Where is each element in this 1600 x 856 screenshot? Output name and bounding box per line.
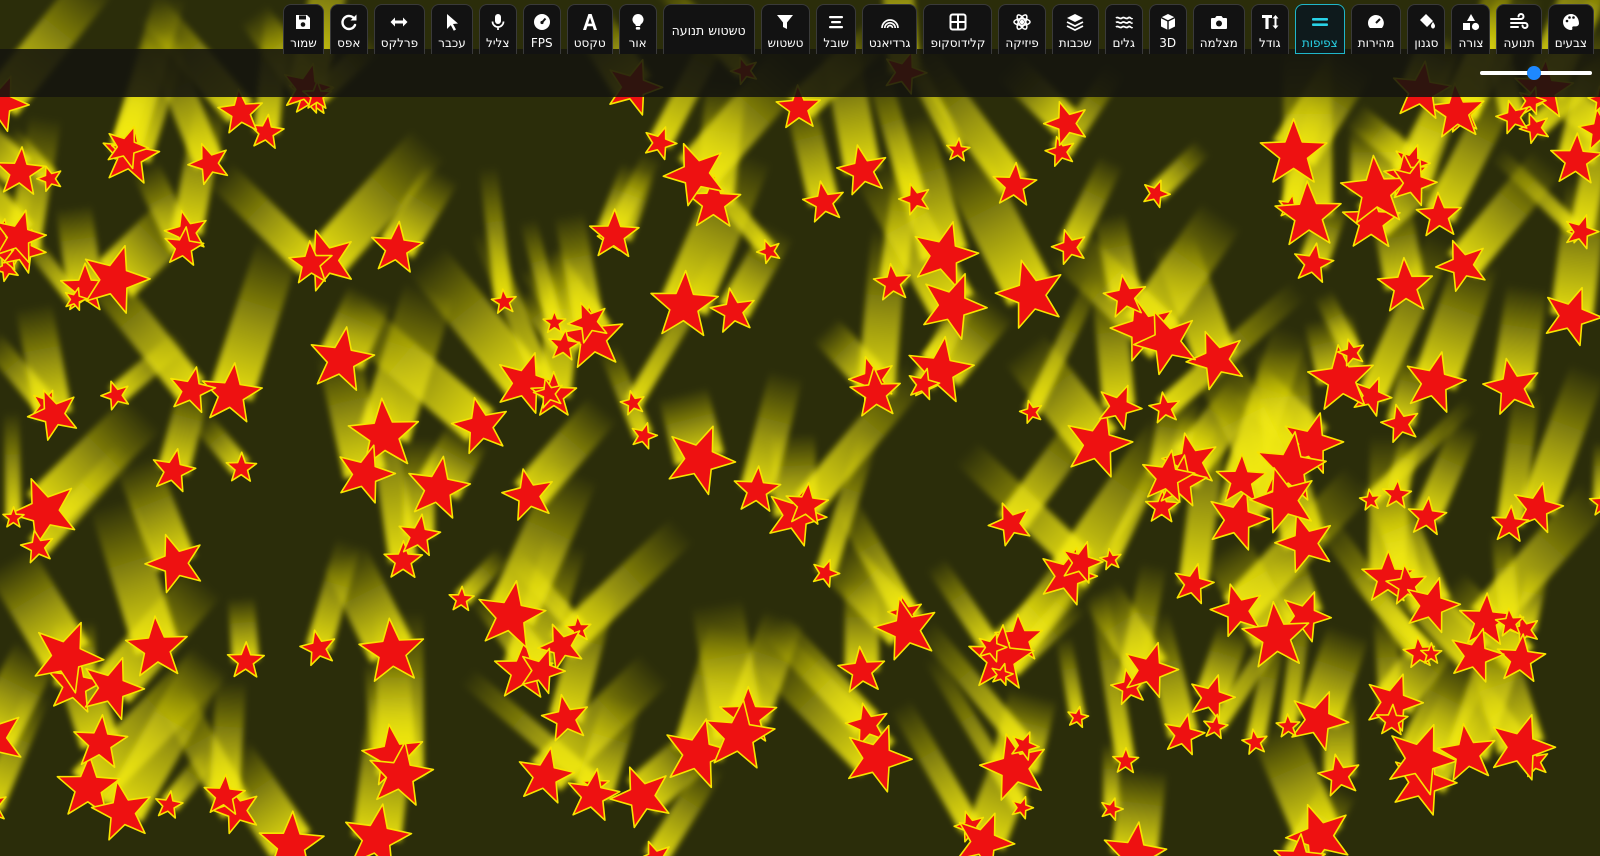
toolbar-button-label: 3D: [1159, 36, 1177, 50]
toolbar-button-colors[interactable]: צבעים: [1547, 4, 1594, 54]
toolbar-button-layers[interactable]: שכבות: [1051, 4, 1099, 54]
density-slider[interactable]: [1480, 66, 1592, 80]
density-slider-thumb[interactable]: [1526, 66, 1541, 80]
toolbar-button-parallax[interactable]: פרלקס: [373, 4, 426, 54]
paint-bucket-icon: [1414, 10, 1438, 34]
save-icon: [291, 10, 315, 34]
palette-icon: [1559, 10, 1583, 34]
atom-icon: [1010, 10, 1034, 34]
toolbar-button-label: אור: [628, 36, 647, 50]
toolbar-button-density[interactable]: צפיפות: [1294, 4, 1345, 54]
toolbar-button-label: גודל: [1259, 36, 1281, 50]
toolbar-button-save[interactable]: שמור: [283, 4, 324, 54]
speedometer-icon: [1364, 10, 1388, 34]
layers-icon: [1063, 10, 1087, 34]
pointer-icon: [440, 10, 464, 34]
toolbar-button-label: טשטוש תנועה: [671, 23, 746, 38]
equals-icon: [1308, 10, 1332, 34]
toolbar-button-3d[interactable]: 3D: [1148, 4, 1187, 54]
toolbar: צבעים תנועה צורה סגנון מהירות צפיפות גודל מצלמה…: [0, 0, 1600, 54]
gauge-icon: [530, 10, 554, 34]
camera-icon: [1207, 10, 1231, 34]
toolbar-button-label: שכבות: [1058, 36, 1092, 50]
toolbar-button-kaleidoscope[interactable]: קלידוסקופ: [923, 4, 993, 54]
text-height-icon: [1258, 10, 1282, 34]
toolbar-button-label: פיזיקה: [1005, 36, 1039, 50]
toolbar-button-fps[interactable]: FPS: [522, 4, 561, 54]
toolbar-button-speed[interactable]: מהירות: [1350, 4, 1402, 54]
toolbar-button-trail[interactable]: שובל: [816, 4, 856, 54]
arrows-horizontal-icon: [387, 10, 411, 34]
toolbar-button-label: קלידוסקופ: [930, 36, 986, 50]
shapes-icon: [1459, 10, 1483, 34]
toolbar-button-label: מצלמה: [1199, 36, 1238, 50]
toolbar-button-blur[interactable]: טשטוש: [760, 4, 811, 54]
toolbar-button-text[interactable]: טקסט: [566, 4, 613, 54]
toolbar-button-label: FPS: [530, 36, 553, 50]
toolbar-button-camera[interactable]: מצלמה: [1192, 4, 1245, 54]
toolbar-button-label: טקסט: [573, 36, 606, 50]
star-trail: [1102, 742, 1120, 810]
toolbar-button-motion[interactable]: תנועה: [1496, 4, 1542, 54]
lines-icon: [824, 10, 848, 34]
toolbar-button-label: מהירות: [1357, 36, 1395, 50]
font-icon: [578, 10, 602, 34]
toolbar-button-label: שובל: [823, 36, 849, 50]
redo-icon: [337, 10, 361, 34]
cube-icon: [1156, 10, 1180, 34]
toolbar-button-physics[interactable]: פיזיקה: [998, 4, 1046, 54]
toolbar-button-audio[interactable]: צליל: [478, 4, 517, 54]
settings-subbar: [0, 49, 1600, 97]
wind-icon: [1507, 10, 1531, 34]
toolbar-button-label: גרדיאנט: [868, 36, 911, 50]
toolbar-button-style[interactable]: סגנון: [1407, 4, 1446, 54]
star-trail: [1593, 441, 1600, 504]
toolbar-button-reset[interactable]: אפס: [329, 4, 368, 54]
toolbar-button-motion-blur[interactable]: טשטוש תנועה: [662, 4, 755, 54]
toolbar-button-label: צבעים: [1554, 36, 1587, 50]
toolbar-button-label: צפיפות: [1301, 36, 1338, 50]
star-trail: [3, 411, 22, 519]
filter-icon: [773, 10, 797, 34]
rainbow-icon: [878, 10, 902, 34]
star-canvas[interactable]: [0, 0, 1600, 856]
lightbulb-icon: [626, 10, 650, 34]
animation-stage[interactable]: [0, 0, 1600, 856]
toolbar-button-gradient[interactable]: גרדיאנט: [861, 4, 918, 54]
grid-icon: [946, 10, 970, 34]
toolbar-button-label: פרלקס: [380, 36, 419, 50]
toolbar-button-cursor[interactable]: עכבר: [431, 4, 473, 54]
toolbar-button-waves[interactable]: גלים: [1104, 4, 1143, 54]
toolbar-button-label: סגנון: [1414, 36, 1439, 50]
waves-icon: [1112, 10, 1136, 34]
toolbar-button-label: גלים: [1112, 36, 1135, 50]
toolbar-button-label: עכבר: [438, 36, 466, 50]
toolbar-button-label: תנועה: [1503, 36, 1535, 50]
microphone-icon: [486, 10, 510, 34]
toolbar-button-shape[interactable]: צורה: [1451, 4, 1491, 54]
toolbar-button-label: אפס: [337, 36, 361, 50]
toolbar-button-label: טשטוש: [767, 36, 804, 50]
toolbar-button-label: שמור: [290, 36, 317, 50]
toolbar-button-label: צליל: [486, 36, 510, 50]
toolbar-button-light[interactable]: אור: [618, 4, 657, 54]
toolbar-button-label: צורה: [1458, 36, 1484, 50]
toolbar-button-size[interactable]: גודל: [1250, 4, 1289, 54]
